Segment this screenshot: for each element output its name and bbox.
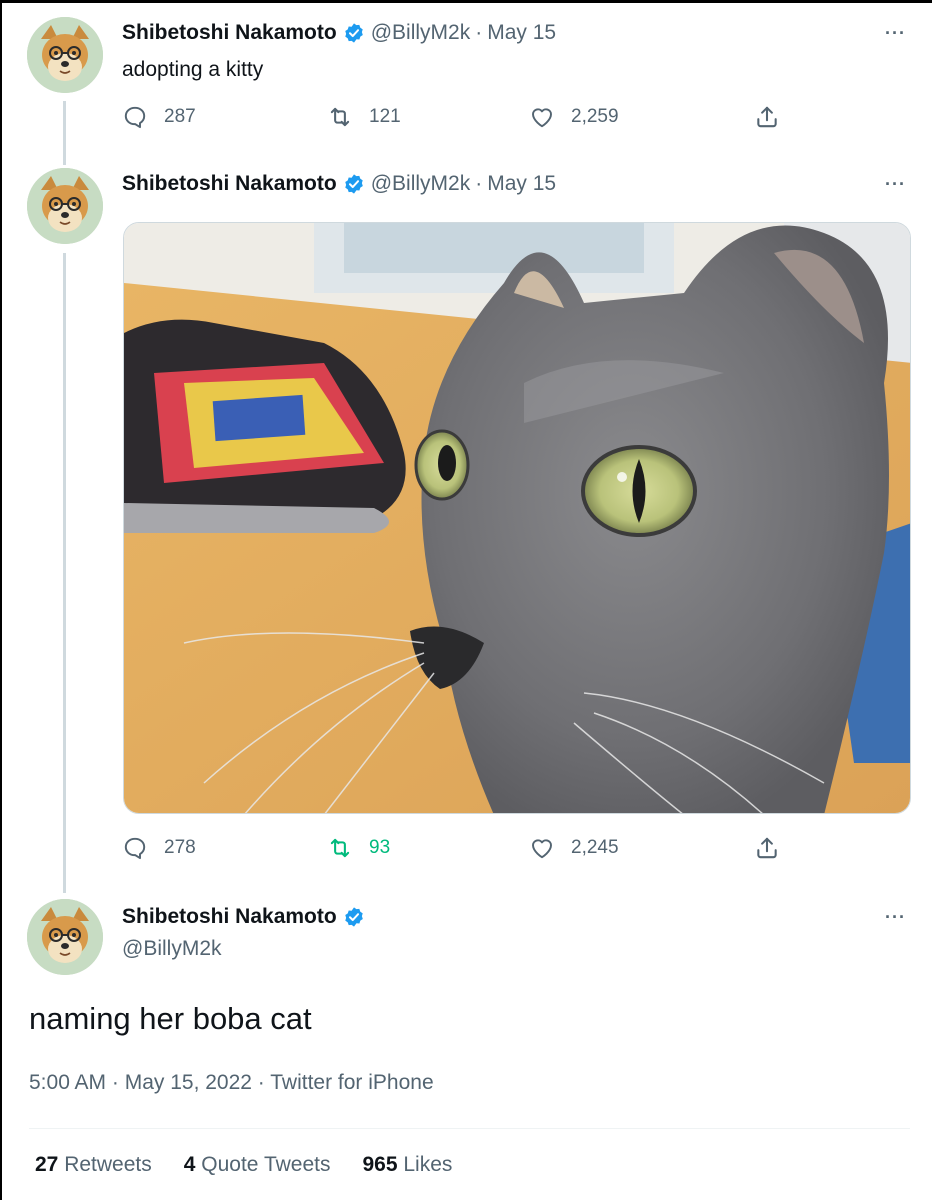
reply-button[interactable]: 278	[122, 835, 196, 861]
verified-badge-icon	[343, 906, 365, 928]
quote-tweets-label: Quote Tweets	[201, 1153, 331, 1176]
retweet-icon	[327, 104, 353, 130]
like-count: 2,245	[571, 837, 619, 858]
retweet-count: 121	[369, 106, 401, 127]
retweets-count: 27	[35, 1153, 59, 1176]
retweet-button[interactable]: 121	[327, 104, 401, 130]
reply-count: 278	[164, 837, 196, 858]
avatar[interactable]	[27, 17, 103, 93]
more-icon[interactable]: ···	[885, 23, 906, 44]
tweet-header: Shibetoshi Nakamoto @BillyM2k · May 15	[122, 21, 556, 45]
tweet-text: adopting a kitty	[122, 58, 264, 81]
author-name[interactable]: Shibetoshi Nakamoto	[122, 172, 337, 196]
doge-avatar-icon	[27, 168, 103, 244]
quote-tweets-stat[interactable]: 4 Quote Tweets	[184, 1153, 331, 1177]
reply-count: 287	[164, 106, 196, 127]
focal-tweet-text: naming her boba cat	[29, 1001, 312, 1036]
likes-stat[interactable]: 965 Likes	[362, 1153, 452, 1177]
reply-icon	[122, 104, 148, 130]
doge-avatar-icon	[27, 899, 103, 975]
cat-photo-image	[124, 223, 910, 813]
separator: ·	[475, 172, 483, 195]
share-icon	[754, 835, 780, 861]
tweet-photo[interactable]	[123, 222, 911, 814]
author-handle[interactable]: @BillyM2k	[371, 172, 471, 196]
likes-label: Likes	[403, 1153, 453, 1176]
verified-badge-icon	[343, 22, 365, 44]
tweet-date[interactable]: May 15	[487, 21, 556, 45]
engagement-stats: 27 Retweets 4 Quote Tweets 965 Likes	[35, 1153, 484, 1177]
tweet-actions: 278 93 2,245	[122, 835, 782, 865]
more-icon[interactable]: ···	[885, 907, 906, 928]
avatar[interactable]	[27, 899, 103, 975]
avatar[interactable]	[27, 168, 103, 244]
reply-button[interactable]: 287	[122, 104, 196, 130]
tweet-timestamp-source[interactable]: 5:00 AM · May 15, 2022 · Twitter for iPh…	[29, 1071, 434, 1095]
likes-count: 965	[362, 1153, 398, 1176]
thread-connector-line	[63, 253, 66, 893]
like-button[interactable]: 2,259	[529, 104, 619, 130]
author-handle[interactable]: @BillyM2k	[371, 21, 471, 45]
share-button[interactable]	[754, 835, 796, 861]
focal-author-block: Shibetoshi Nakamoto @BillyM2k	[122, 905, 365, 961]
share-button[interactable]	[754, 104, 796, 130]
retweets-label: Retweets	[64, 1153, 152, 1176]
share-icon	[754, 104, 780, 130]
doge-avatar-icon	[27, 17, 103, 93]
author-name[interactable]: Shibetoshi Nakamoto	[122, 905, 337, 929]
thread-connector-line	[63, 101, 66, 165]
tweet-header: Shibetoshi Nakamoto @BillyM2k · May 15	[122, 172, 556, 196]
retweet-button[interactable]: 93	[327, 835, 390, 861]
author-handle[interactable]: @BillyM2k	[122, 937, 365, 961]
retweet-count: 93	[369, 837, 391, 858]
divider	[29, 1128, 910, 1129]
author-name[interactable]: Shibetoshi Nakamoto	[122, 21, 337, 45]
like-button[interactable]: 2,245	[529, 835, 619, 861]
quote-tweets-count: 4	[183, 1153, 196, 1176]
retweet-icon	[327, 835, 353, 861]
reply-icon	[122, 835, 148, 861]
like-icon	[529, 104, 555, 130]
like-icon	[529, 835, 555, 861]
tweet-date[interactable]: May 15	[487, 172, 556, 196]
separator: ·	[475, 21, 483, 44]
verified-badge-icon	[343, 173, 365, 195]
tweet-actions: 287 121 2,259	[122, 104, 782, 134]
more-icon[interactable]: ···	[885, 174, 906, 195]
retweets-stat[interactable]: 27 Retweets	[35, 1153, 152, 1177]
like-count: 2,259	[571, 106, 619, 127]
